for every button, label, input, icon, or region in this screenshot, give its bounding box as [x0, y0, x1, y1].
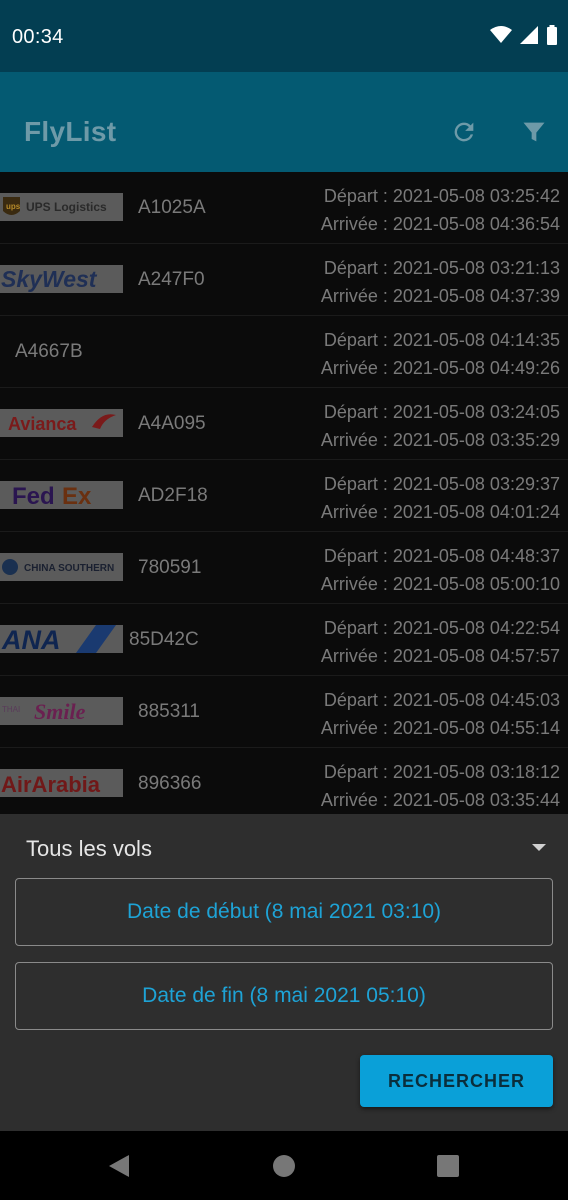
- arrival-time: Arrivée : 2021-05-08 04:01:24: [320, 502, 560, 522]
- svg-text:CHINA SOUTHERN: CHINA SOUTHERN: [24, 563, 114, 574]
- flight-type-dropdown[interactable]: Tous les vols: [26, 834, 546, 864]
- flight-times: Départ : 2021-05-08 03:21:13 Arrivée : 20…: [321, 254, 560, 310]
- departure-time: Départ : 2021-05-08 04:45:03: [323, 690, 560, 710]
- flight-times: Départ : 2021-05-08 03:29:37 Arrivée : 20…: [321, 470, 560, 526]
- airline-logo: ups UPS Logistics: [0, 193, 123, 221]
- back-icon[interactable]: [106, 1153, 132, 1179]
- departure-time: Départ : 2021-05-08 04:22:54: [323, 618, 560, 638]
- arrival-time: Arrivée : 2021-05-08 04:36:54: [320, 214, 560, 234]
- flight-row[interactable]: Fed Ex AD2F18 Départ : 2021-05-08 03:29:37 A…: [0, 460, 568, 532]
- chevron-down-icon: [532, 844, 546, 851]
- arrival-time: Arrivée : 2021-05-08 05:00:10: [320, 574, 560, 594]
- flight-list[interactable]: ups UPS Logistics A1025A Départ : 2021-05-0…: [0, 172, 568, 814]
- flight-times: Départ : 2021-05-08 03:25:42 Arrivée : 20…: [321, 182, 560, 238]
- svg-text:Ex: Ex: [62, 483, 92, 509]
- flight-type-value: Tous les vols: [26, 836, 152, 861]
- flight-times: Départ : 2021-05-08 04:48:37 Arrivée : 20…: [321, 542, 560, 598]
- arrival-time: Arrivée : 2021-05-08 04:55:14: [320, 718, 560, 738]
- svg-text:ANA: ANA: [1, 625, 61, 653]
- flight-times: Départ : 2021-05-08 04:45:03 Arrivée : 20…: [321, 686, 560, 742]
- departure-time: Départ : 2021-05-08 03:29:37: [323, 474, 560, 494]
- wifi-icon: [490, 26, 512, 49]
- flight-code: 780591: [138, 557, 202, 578]
- flight-row[interactable]: A4667B Départ : 2021-05-08 04:14:35 Arrivé…: [0, 316, 568, 388]
- airline-logo: Avianca: [0, 409, 123, 437]
- status-bar: 00:34: [0, 0, 568, 72]
- filter-sheet: Tous les vols Date de début (8 mai 2021 …: [0, 814, 568, 1131]
- home-icon[interactable]: [271, 1153, 297, 1179]
- flight-times: Départ : 2021-05-08 03:24:05 Arrivée : 20…: [321, 398, 560, 454]
- departure-time: Départ : 2021-05-08 03:21:13: [323, 258, 560, 278]
- recents-icon[interactable]: [435, 1153, 461, 1179]
- departure-time: Départ : 2021-05-08 03:18:12: [323, 762, 560, 782]
- airline-logo: SkyWest: [0, 265, 123, 293]
- airline-logo: Fed Ex: [0, 481, 123, 509]
- svg-text:SkyWest: SkyWest: [1, 266, 98, 292]
- start-date-button[interactable]: Date de début (8 mai 2021 03:10): [15, 878, 553, 946]
- flight-code: A4A095: [138, 413, 206, 434]
- svg-text:Avianca: Avianca: [8, 414, 77, 434]
- flight-row[interactable]: CHINA SOUTHERN 780591 Départ : 2021-05-08 …: [0, 532, 568, 604]
- flight-times: Départ : 2021-05-08 04:22:54 Arrivée : 20…: [321, 614, 560, 670]
- end-date-button[interactable]: Date de fin (8 mai 2021 05:10): [15, 962, 553, 1030]
- airline-logo: THAI Smile: [0, 697, 123, 725]
- airline-logo: AirArabia: [0, 769, 123, 797]
- flight-row[interactable]: Avianca A4A095 Départ : 2021-05-08 03:24:0…: [0, 388, 568, 460]
- flight-code: A247F0: [138, 269, 205, 290]
- flight-row[interactable]: SkyWest A247F0 Départ : 2021-05-08 03:21:1…: [0, 244, 568, 316]
- app-title: FlyList: [24, 116, 117, 147]
- app-bar: FlyList: [0, 72, 568, 172]
- flight-code: 885311: [138, 701, 200, 722]
- battery-icon: [546, 25, 558, 50]
- arrival-time: Arrivée : 2021-05-08 04:37:39: [320, 286, 560, 306]
- flight-row[interactable]: THAI Smile 885311 Départ : 2021-05-08 04:45…: [0, 676, 568, 748]
- arrival-time: Arrivée : 2021-05-08 03:35:29: [320, 430, 560, 450]
- arrival-time: Arrivée : 2021-05-08 03:35:44: [320, 790, 560, 810]
- filter-icon[interactable]: [518, 116, 550, 148]
- status-time: 00:34: [12, 26, 64, 48]
- departure-time: Départ : 2021-05-08 03:25:42: [323, 186, 560, 206]
- flight-row[interactable]: ups UPS Logistics A1025A Départ : 2021-05-0…: [0, 172, 568, 244]
- svg-text:Smile: Smile: [34, 699, 86, 724]
- flight-code: 896366: [138, 773, 202, 794]
- flight-code: AD2F18: [138, 485, 208, 506]
- signal-icon: [520, 26, 538, 49]
- flight-row[interactable]: ANA 85D42C Départ : 2021-05-08 04:22:54 Arr…: [0, 604, 568, 676]
- airline-logo: CHINA SOUTHERN: [0, 553, 123, 581]
- flight-times: Départ : 2021-05-08 03:18:12 Arrivée : 20…: [321, 758, 560, 814]
- svg-text:AirArabia: AirArabia: [1, 772, 101, 797]
- flight-code: A4667B: [15, 341, 83, 362]
- flight-code: A1025A: [138, 197, 206, 218]
- flight-row[interactable]: AirArabia 896366 Départ : 2021-05-08 03:18…: [0, 748, 568, 814]
- refresh-icon[interactable]: [448, 116, 480, 148]
- svg-text:Fed: Fed: [12, 483, 55, 509]
- arrival-time: Arrivée : 2021-05-08 04:57:57: [320, 646, 560, 666]
- departure-time: Départ : 2021-05-08 04:14:35: [323, 330, 560, 350]
- arrival-time: Arrivée : 2021-05-08 04:49:26: [320, 358, 560, 378]
- svg-text:UPS Logistics: UPS Logistics: [26, 200, 107, 214]
- airline-logo: ANA: [0, 625, 123, 653]
- flight-times: Départ : 2021-05-08 04:14:35 Arrivée : 20…: [321, 326, 560, 382]
- departure-time: Départ : 2021-05-08 03:24:05: [323, 402, 560, 422]
- search-button[interactable]: RECHERCHER: [360, 1055, 553, 1107]
- svg-text:THAI: THAI: [2, 705, 20, 714]
- navigation-bar: [0, 1131, 568, 1200]
- flight-code: 85D42C: [129, 629, 199, 650]
- svg-text:ups: ups: [6, 202, 21, 211]
- departure-time: Départ : 2021-05-08 04:48:37: [323, 546, 560, 566]
